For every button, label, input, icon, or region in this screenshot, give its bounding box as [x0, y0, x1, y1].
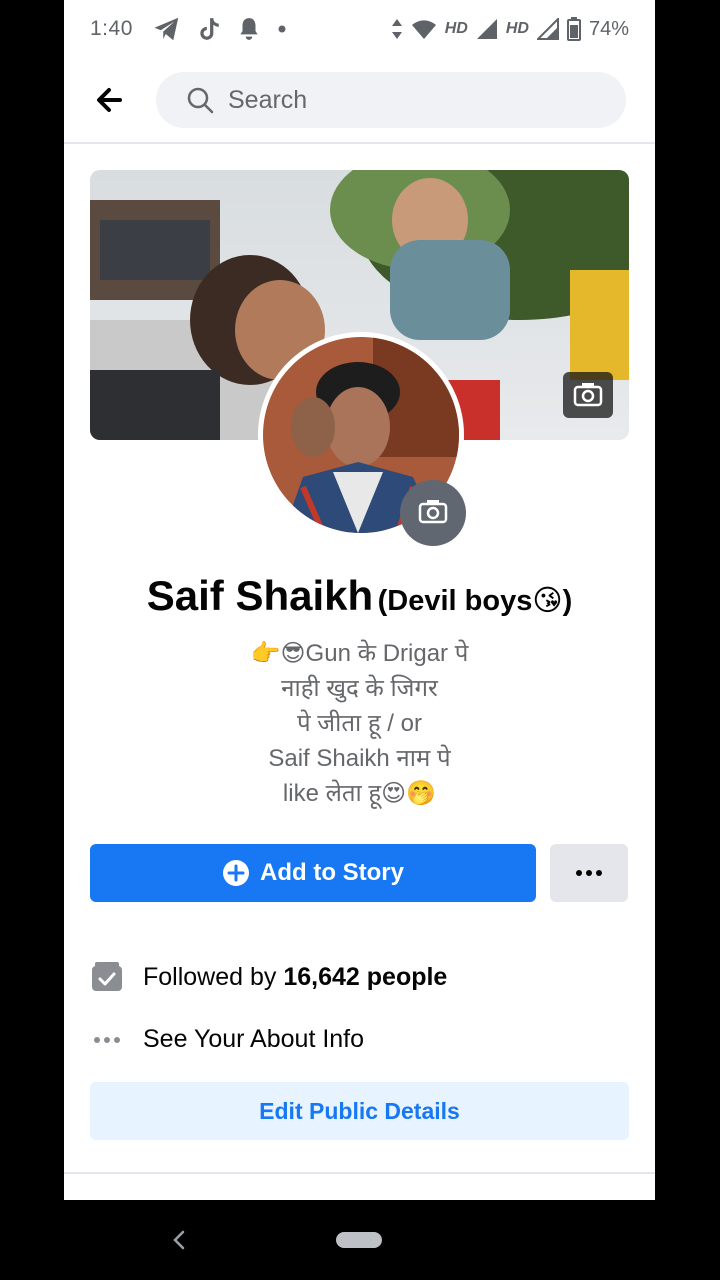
status-time: 1:40: [90, 17, 133, 40]
search-icon: [187, 87, 214, 114]
edit-public-details-button[interactable]: Edit Public Details: [90, 1082, 629, 1140]
plus-circle-icon: [223, 860, 249, 886]
search-input[interactable]: Search: [156, 72, 626, 128]
system-status: HD HD 74%: [391, 17, 629, 41]
battery-icon: [566, 17, 581, 41]
add-to-story-label: Add to Story: [260, 859, 404, 886]
telegram-icon: [154, 17, 179, 41]
profile-camera-button[interactable]: [400, 480, 466, 546]
followers-prefix: Followed by: [143, 963, 284, 991]
section-divider: [64, 1172, 655, 1174]
followers-row[interactable]: Followed by 16,642 people: [90, 957, 630, 997]
followers-count: 16,642 people: [283, 963, 448, 991]
dot-icon: [278, 25, 286, 33]
bio-line: नाही खुद के जिगर: [281, 675, 438, 702]
bell-icon: [240, 18, 258, 40]
signal-icon: [476, 19, 497, 39]
bio-line: 👉😎Gun के Drigar पे: [250, 640, 469, 667]
about-info-label: See Your About Info: [143, 1025, 365, 1053]
profile-name-row: Saif Shaikh (Devil boys😘): [64, 572, 655, 620]
notification-icons: [152, 14, 288, 44]
bio-line: like लेता हू😍🤭: [282, 780, 437, 807]
app-screen: 1:40 HD HD 74% Search Saif Shaikh (Devil…: [64, 0, 655, 1200]
camera-icon: [418, 500, 448, 524]
signal-icon-2: [536, 18, 559, 40]
alternate-name: (Devil boys😘): [377, 585, 573, 617]
ellipsis-icon: [94, 1037, 120, 1043]
data-arrows-icon: [391, 19, 402, 39]
cover-camera-button[interactable]: [563, 372, 613, 418]
back-arrow-icon: [97, 88, 122, 112]
back-button[interactable]: [90, 80, 130, 120]
wifi-icon: [411, 20, 436, 39]
bio-line: Saif Shaikh नाम पे: [268, 745, 451, 772]
profile-bio: 👉😎Gun के Drigar पे नाही खुद के जिगर पे ज…: [64, 636, 655, 811]
top-bar: Search: [64, 58, 655, 144]
edit-public-details-label: Edit Public Details: [259, 1097, 460, 1124]
nav-back-icon[interactable]: [170, 1226, 188, 1254]
nav-home-pill[interactable]: [336, 1232, 382, 1248]
camera-icon: [573, 383, 603, 407]
followers-icon: [92, 962, 122, 991]
tiktok-icon: [200, 18, 219, 40]
more-options-button[interactable]: [550, 844, 628, 902]
bio-line: पे जीता हू / or: [297, 710, 422, 737]
battery-percent: 74%: [588, 17, 629, 40]
hd-label: HD: [444, 20, 468, 37]
hd-label-2: HD: [505, 20, 529, 37]
profile-name: Saif Shaikh: [146, 572, 374, 619]
about-info-row[interactable]: See Your About Info: [90, 1019, 630, 1059]
search-placeholder: Search: [228, 86, 308, 114]
followers-text: Followed by 16,642 people: [143, 963, 447, 992]
add-to-story-button[interactable]: Add to Story: [90, 844, 536, 902]
more-dots-icon: [576, 870, 602, 876]
status-bar: 1:40 HD HD 74%: [64, 0, 655, 58]
